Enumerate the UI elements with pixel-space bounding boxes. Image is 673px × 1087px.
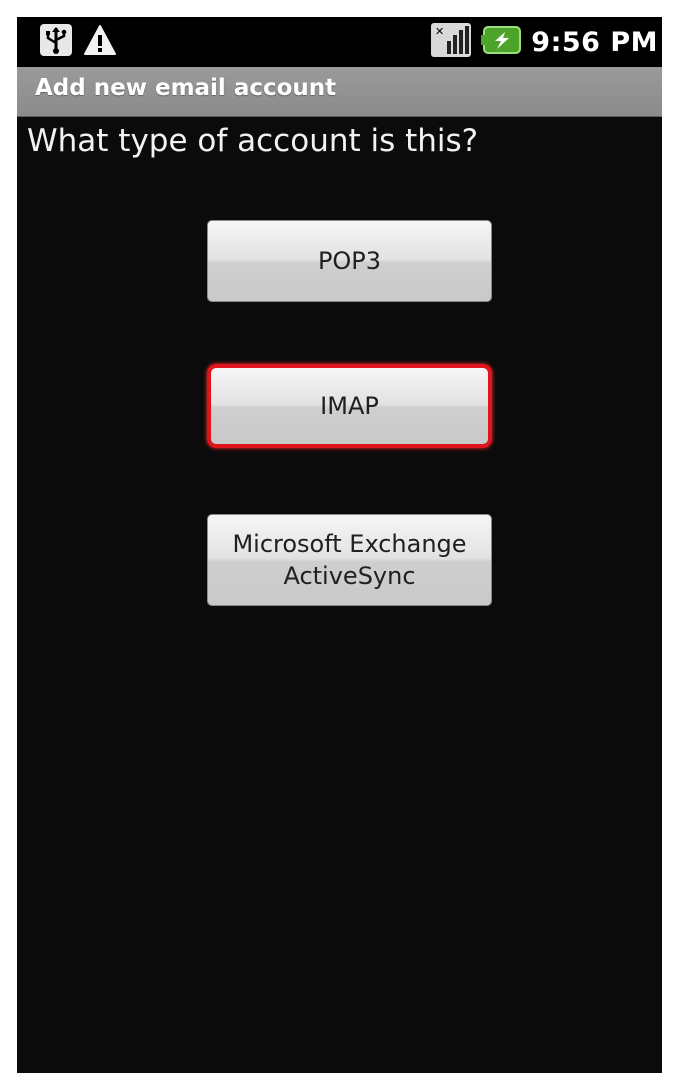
- phone-screen: ✕ 9:56 PM Add new email account What typ…: [17, 17, 662, 1073]
- page-title: Add new email account: [35, 75, 337, 101]
- exchange-activesync-button[interactable]: Microsoft Exchange ActiveSync: [207, 514, 492, 606]
- status-right-area: ✕ 9:56 PM: [431, 23, 658, 61]
- status-left-icons: [39, 23, 117, 61]
- status-bar: ✕ 9:56 PM: [17, 17, 662, 67]
- signal-icon: ✕: [431, 23, 472, 61]
- imap-button[interactable]: IMAP: [207, 364, 492, 448]
- status-time: 9:56 PM: [531, 26, 658, 58]
- title-bar: Add new email account: [17, 67, 662, 117]
- account-type-question: What type of account is this?: [27, 123, 479, 159]
- usb-icon: [39, 23, 73, 61]
- warning-icon: [83, 24, 117, 60]
- battery-charging-icon: [481, 25, 522, 59]
- svg-text:✕: ✕: [435, 25, 444, 38]
- pop3-button[interactable]: POP3: [207, 220, 492, 302]
